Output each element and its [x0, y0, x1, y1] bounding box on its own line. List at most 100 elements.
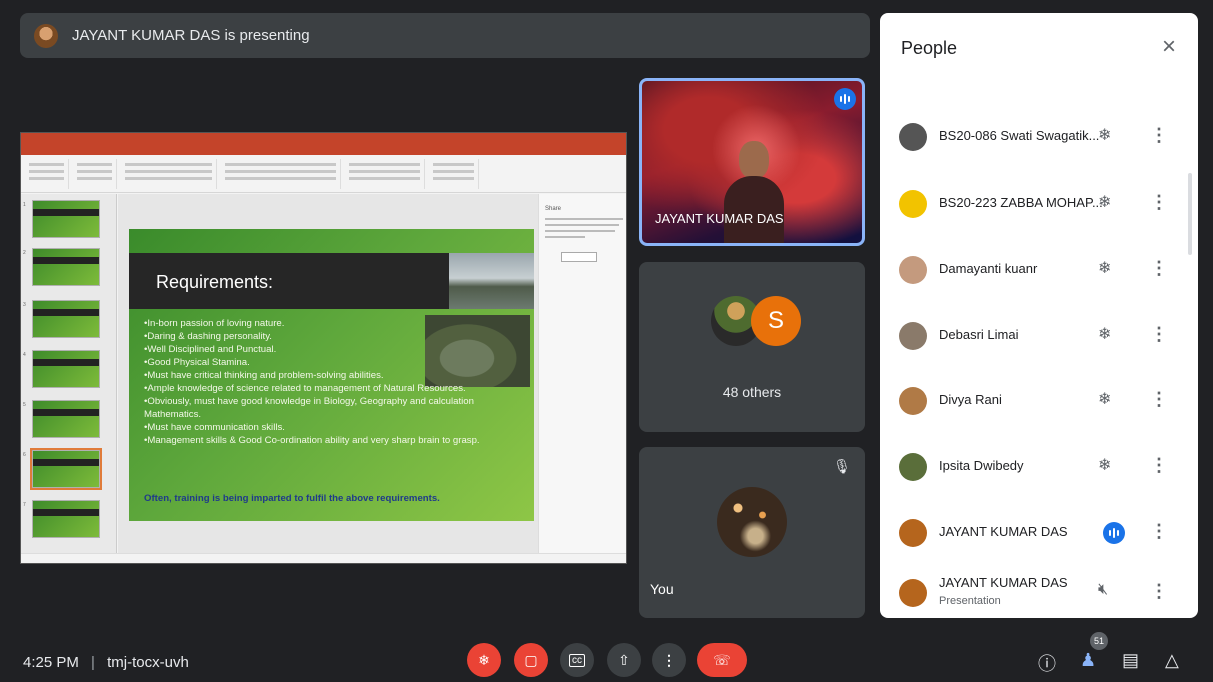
bullet: In-born passion of loving nature.	[144, 317, 524, 330]
hang-up-icon: ☏︎	[713, 651, 731, 668]
presenter-avatar	[34, 23, 58, 48]
mic-off-icon: 🎙︎	[833, 458, 851, 474]
participant-row[interactable]: Damayanti kuanr ❄︎ ⋮	[880, 240, 1185, 300]
participant-row[interactable]: Debasri Limai ❄︎ ⋮	[880, 306, 1185, 366]
bullet: Good Physical Stamina.	[144, 356, 524, 369]
participant-name: JAYANT KUMAR DAS	[939, 575, 1068, 590]
more-options-icon[interactable]: ⋮	[1150, 389, 1168, 409]
ppt-ribbon-tabs	[21, 145, 626, 155]
separator: |	[91, 654, 95, 671]
participant-avatar	[899, 190, 927, 218]
more-options-icon[interactable]: ⋮	[1150, 581, 1168, 601]
ppt-statusbar	[21, 553, 626, 563]
presenter-name: JAYANT KUMAR DAS	[655, 211, 784, 226]
participant-name: Debasri Limai	[939, 327, 1019, 342]
ppt-ribbon	[21, 155, 626, 193]
slide-thumb	[32, 350, 100, 388]
self-tile[interactable]: 🎙︎ You	[639, 447, 865, 618]
audio-off-icon: 🔇︎	[1098, 581, 1109, 598]
captions-button[interactable]: cc	[560, 643, 594, 677]
self-avatar	[717, 487, 787, 557]
more-options-icon[interactable]: ⋮	[1150, 125, 1168, 145]
lake-photo	[449, 253, 534, 309]
mic-off-icon: ❄︎	[1098, 457, 1112, 474]
chat-icon[interactable]: ▤	[1122, 650, 1139, 671]
bullet: Management skills & Good Co-ordination a…	[144, 434, 524, 447]
mic-off-icon: ❄︎	[1098, 194, 1112, 211]
share-pane-button	[561, 252, 597, 262]
more-options-button[interactable]: ⋮	[652, 643, 686, 677]
leave-call-button[interactable]: ☏︎	[697, 643, 747, 677]
participant-avatar	[899, 256, 927, 284]
more-options-icon[interactable]: ⋮	[1150, 192, 1168, 212]
present-screen-icon: ⇧	[618, 651, 630, 668]
participant-avatar	[899, 322, 927, 350]
self-label: You	[650, 581, 674, 597]
camera-toggle-button[interactable]: ▢	[514, 643, 548, 677]
presenter-video	[724, 131, 784, 243]
slide-thumbnails: 1 2 3 4 5 6 7	[21, 194, 117, 554]
slide-thumb	[32, 200, 100, 238]
share-pane-title: Share	[545, 206, 562, 212]
participant-avatar	[899, 579, 927, 607]
mic-off-icon: ❄︎	[1098, 127, 1112, 144]
slide-bullets: In-born passion of loving nature. Daring…	[144, 317, 524, 447]
participant-avatar	[899, 519, 927, 547]
participant-name: BS20-223 ZABBA MOHAP...	[939, 195, 1103, 210]
bullet: Must have communication skills.	[144, 421, 524, 434]
slide-stage: Requirements: In-born passion of loving …	[118, 194, 538, 554]
bullet: Obviously, must have good knowledge in B…	[144, 395, 524, 421]
presenter-tile[interactable]: JAYANT KUMAR DAS	[639, 78, 865, 246]
more-options-icon[interactable]: ⋮	[1150, 324, 1168, 344]
participant-row[interactable]: BS20-223 ZABBA MOHAP... ❄︎ ⋮	[880, 174, 1185, 234]
mic-toggle-button[interactable]: ❄︎	[467, 643, 501, 677]
people-panel: People × BS20-086 Swati Swagatik... ❄︎ ⋮…	[880, 13, 1198, 618]
bullet: Daring & dashing personality.	[144, 330, 524, 343]
participant-subtitle: Presentation	[939, 595, 1001, 607]
participant-name: JAYANT KUMAR DAS	[939, 524, 1068, 539]
bullet: Ample knowledge of science related to ma…	[144, 382, 524, 395]
participant-row[interactable]: JAYANT KUMAR DAS Presentation 🔇︎ ⋮	[880, 563, 1185, 618]
bullet: Must have critical thinking and problem-…	[144, 369, 524, 382]
participant-avatar	[899, 123, 927, 151]
participant-avatar	[899, 387, 927, 415]
mic-off-icon: ❄︎	[1098, 391, 1112, 408]
slide-thumb	[32, 248, 100, 286]
more-options-icon[interactable]: ⋮	[1150, 455, 1168, 475]
others-tile[interactable]: S 48 others	[639, 262, 865, 432]
current-slide: Requirements: In-born passion of loving …	[129, 229, 534, 521]
participant-avatar	[899, 453, 927, 481]
participant-name: Ipsita Dwibedy	[939, 458, 1024, 473]
people-count-badge: 51	[1090, 632, 1108, 650]
slide-thumb	[32, 300, 100, 338]
present-button[interactable]: ⇧	[607, 643, 641, 677]
mic-off-icon: ❄︎	[478, 651, 490, 668]
participant-row[interactable]: JAYANT KUMAR DAS ⋮	[880, 503, 1185, 563]
activities-icon[interactable]: △	[1165, 650, 1179, 671]
slide-thumb	[32, 500, 100, 538]
more-options-icon[interactable]: ⋮	[1150, 258, 1168, 278]
more-vert-icon: ⋮	[662, 651, 676, 668]
people-icon[interactable]: ♟︎	[1080, 650, 1096, 671]
more-options-icon[interactable]: ⋮	[1150, 521, 1168, 541]
close-icon[interactable]: ×	[1162, 35, 1176, 59]
participant-name: BS20-086 Swati Swagatik...	[939, 128, 1100, 143]
participant-row[interactable]: BS20-086 Swati Swagatik... ❄︎ ⋮	[880, 107, 1185, 167]
meeting-code: tmj-tocx-uvh	[107, 654, 189, 671]
slide-thumb	[32, 400, 100, 438]
participant-name: Divya Rani	[939, 392, 1002, 407]
bullet: Well Disciplined and Punctual.	[144, 343, 524, 356]
participant-avatar-letter: S	[751, 296, 801, 346]
meeting-info: 4:25 PM | tmj-tocx-uvh	[23, 654, 189, 671]
participant-row[interactable]: Ipsita Dwibedy ❄︎ ⋮	[880, 437, 1185, 497]
meeting-details-icon[interactable]: ⓘ	[1038, 650, 1056, 676]
people-title: People	[901, 38, 958, 58]
slide-title: Requirements:	[156, 272, 274, 292]
people-scrollbar[interactable]	[1188, 173, 1192, 255]
shared-screen: 1 2 3 4 5 6 7 Requirements: In-born pass…	[20, 132, 627, 564]
speaking-indicator-icon	[1103, 522, 1125, 544]
mic-off-icon: ❄︎	[1098, 260, 1112, 277]
others-count: 48 others	[722, 384, 782, 400]
participant-row[interactable]: Divya Rani ❄︎ ⋮	[880, 371, 1185, 431]
speaking-indicator-icon	[834, 88, 856, 110]
